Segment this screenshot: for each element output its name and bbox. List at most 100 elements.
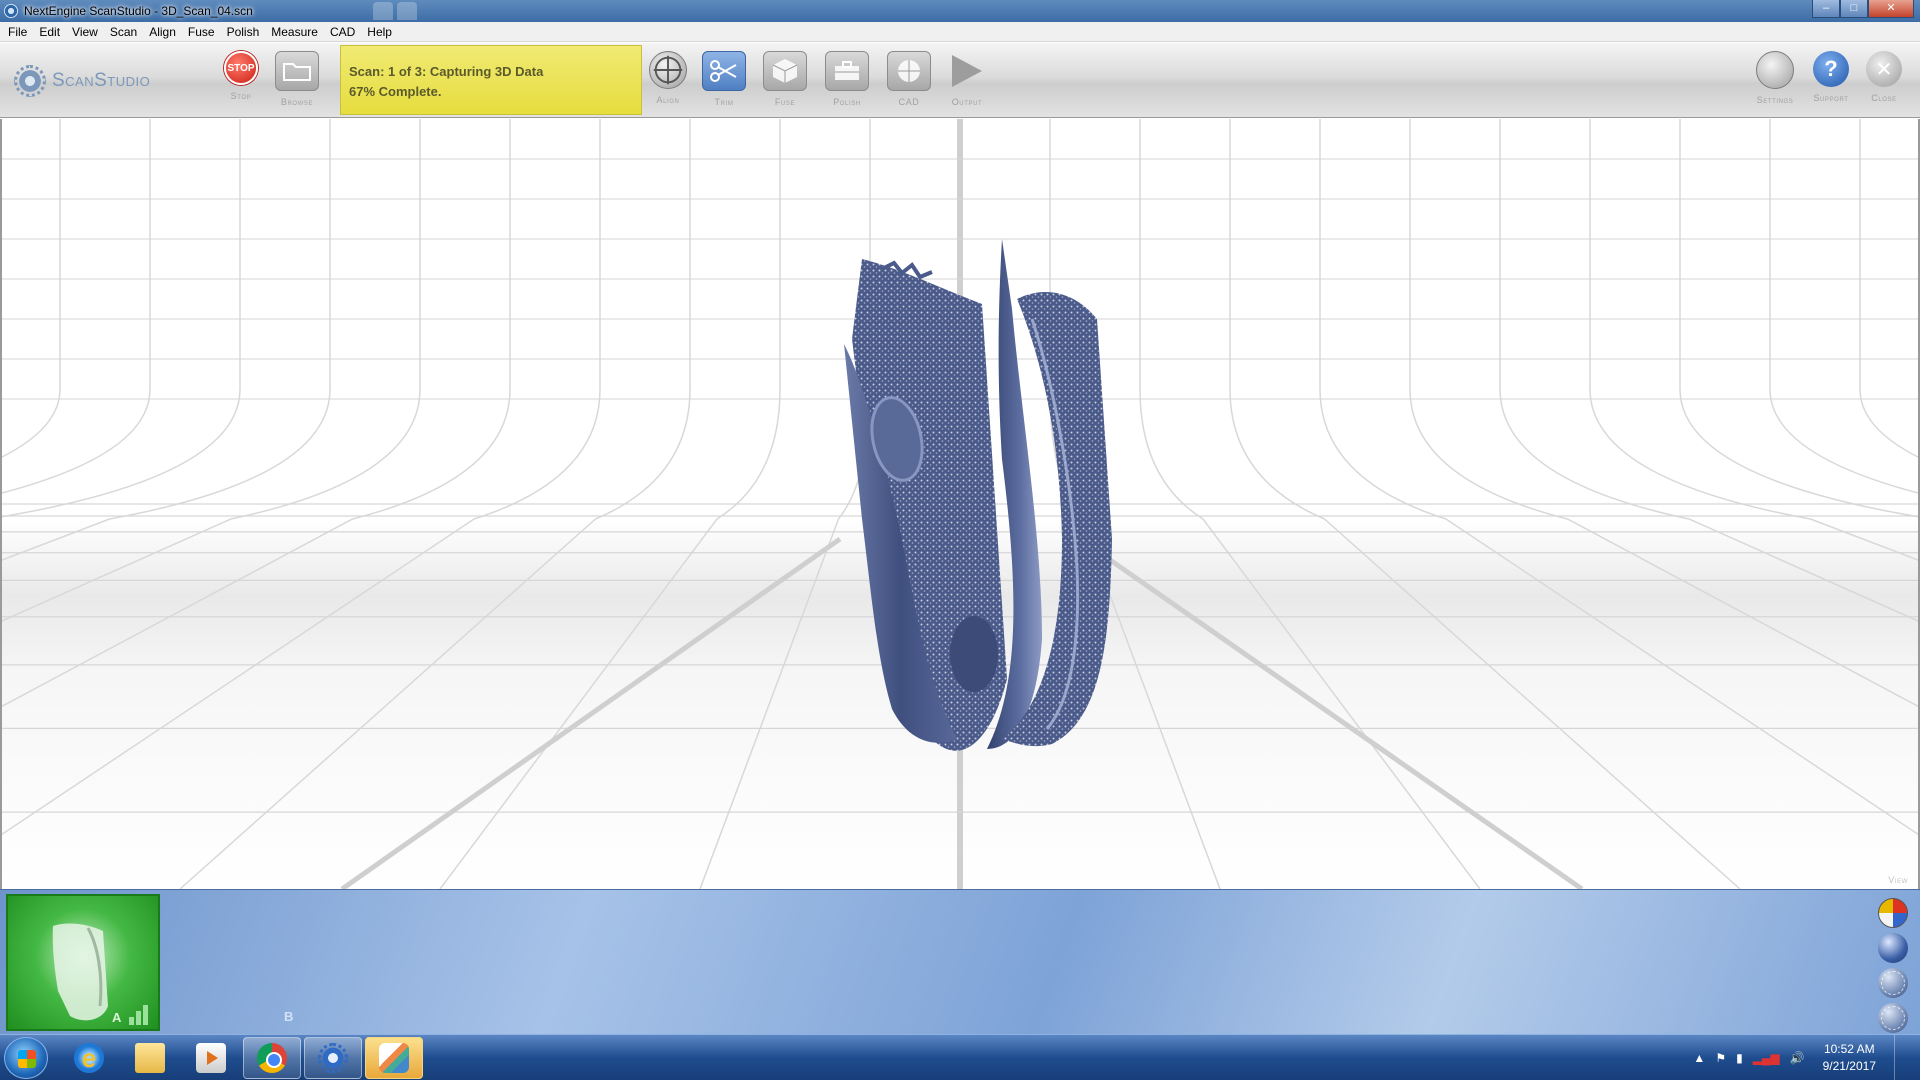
window-controls: – □ ✕ [1812,0,1914,18]
output-button[interactable]: Output [940,51,994,113]
scanned-shoe-model [844,239,1112,751]
close-button[interactable]: ✕ Close [1857,51,1911,113]
scanstudio-icon [318,1043,348,1073]
solid-sphere-icon[interactable] [1878,933,1908,963]
taskbar-media-player[interactable] [182,1037,240,1079]
system-tray: ▲ ⚑ ▮ ▂▄▆ 🔊 10:52 AM 9/21/2017 [1693,1035,1920,1080]
main-toolbar: ScanStudio STOP Stop Browse Scan: 1 of 3… [0,43,1920,118]
stop-label: Stop [230,91,252,101]
scanstudio-window: NextEngine ScanStudio - 3D_Scan_04.scn –… [0,0,1920,1080]
maximize-button[interactable]: □ [1840,0,1868,18]
background-tabs [372,2,417,20]
fuse-button[interactable]: Fuse [758,51,812,113]
logo-gear-icon [14,65,46,97]
menu-help[interactable]: Help [361,22,398,42]
menu-bar: File Edit View Scan Align Fuse Polish Me… [0,22,1920,42]
fuse-label: Fuse [774,97,796,107]
taskbar-scanstudio[interactable] [304,1037,362,1079]
menu-align[interactable]: Align [143,22,182,42]
cube-icon [763,51,807,91]
stop-icon: STOP [224,51,258,85]
battery-icon[interactable]: ▮ [1736,1051,1743,1065]
settings-button[interactable]: Settings [1748,51,1802,113]
background-tab[interactable] [372,2,393,20]
wireframe-sphere-icon[interactable] [1878,968,1908,998]
chrome-icon [257,1043,287,1073]
output-label: Output [951,97,983,107]
scissors-icon [702,51,746,91]
close-label: Close [1871,93,1897,103]
scan-thumbnail-strip: A B [0,889,1920,1034]
menu-cad[interactable]: CAD [324,22,361,42]
align-button[interactable]: Align [641,51,695,113]
browse-label: Browse [280,97,314,107]
show-hidden-icons-icon[interactable]: ▲ [1693,1051,1705,1065]
paint-icon [379,1043,409,1073]
taskbar-paint[interactable] [365,1037,423,1079]
scan-status-line: Scan: 1 of 3: Capturing 3D Data [349,64,544,79]
play-icon [952,55,982,87]
points-sphere-icon[interactable] [1878,1003,1908,1033]
start-button[interactable] [4,1037,48,1079]
volume-icon[interactable]: 🔊 [1790,1051,1805,1065]
scan-thumbnail-a[interactable]: A [6,894,160,1031]
network-signal-icon[interactable]: ▂▄▆ [1753,1051,1780,1065]
slot-a-label: A [112,1010,122,1025]
color-sphere-icon[interactable] [1878,898,1908,928]
view-label: View [1888,875,1908,885]
taskbar-file-explorer[interactable] [121,1037,179,1079]
scan-quality-bars [129,1005,148,1025]
stop-button[interactable]: STOP Stop [214,51,268,113]
minimize-button[interactable]: – [1812,0,1840,18]
align-label: Align [656,95,680,105]
media-player-icon [196,1043,226,1073]
system-clock[interactable]: 10:52 AM 9/21/2017 [1823,1041,1876,1075]
taskbar-chrome[interactable] [243,1037,301,1079]
help-icon: ? [1813,51,1849,87]
taskbar-internet-explorer[interactable]: e [60,1037,118,1079]
file-explorer-icon [135,1043,165,1073]
settings-label: Settings [1756,95,1794,105]
windows-taskbar: e ▲ ⚑ ▮ ▂▄▆ 🔊 10:52 AM 9/21/2017 [0,1034,1920,1080]
action-center-flag-icon[interactable]: ⚑ [1715,1051,1726,1065]
polish-button[interactable]: Polish [820,51,874,113]
cad-button[interactable]: CAD [882,51,936,113]
clock-time: 10:52 AM [1823,1042,1875,1056]
support-button[interactable]: ? Support [1804,51,1858,113]
cad-label: CAD [898,97,920,107]
menu-edit[interactable]: Edit [33,22,66,42]
menu-measure[interactable]: Measure [265,22,324,42]
scan-progress-text: 67% Complete. [349,84,442,99]
crosshair-icon [649,51,687,89]
viewport-scene [2,119,1918,889]
scanstudio-logo: ScanStudio [14,65,150,97]
menu-view[interactable]: View [66,22,104,42]
window-close-button[interactable]: ✕ [1868,0,1914,18]
menu-polish[interactable]: Polish [221,22,266,42]
globe-icon [887,51,931,91]
trim-button[interactable]: Trim [697,51,751,113]
gear-icon [1756,51,1794,89]
toolbox-icon [825,51,869,91]
background-tab[interactable] [396,2,417,20]
slot-b-label: B [284,1009,294,1024]
browse-button[interactable]: Browse [270,51,324,113]
3d-viewport[interactable]: View [0,119,1920,889]
menu-file[interactable]: File [2,22,33,42]
show-desktop-button[interactable] [1894,1035,1906,1080]
trim-label: Trim [714,97,734,107]
render-mode-orbs [1878,898,1908,1033]
menu-fuse[interactable]: Fuse [182,22,221,42]
close-icon: ✕ [1866,51,1902,87]
clock-date: 9/21/2017 [1822,1059,1876,1073]
window-title: NextEngine ScanStudio - 3D_Scan_04.scn [24,4,253,18]
polish-label: Polish [833,97,861,107]
folder-icon [275,51,319,91]
support-label: Support [1813,93,1849,103]
app-icon[interactable] [4,4,18,18]
scan-status-panel: Scan: 1 of 3: Capturing 3D Data 67% Comp… [340,45,642,115]
logo-text: ScanStudio [52,70,151,91]
internet-explorer-icon: e [74,1043,104,1073]
title-bar: NextEngine ScanStudio - 3D_Scan_04.scn –… [0,0,1920,22]
menu-scan[interactable]: Scan [104,22,143,42]
